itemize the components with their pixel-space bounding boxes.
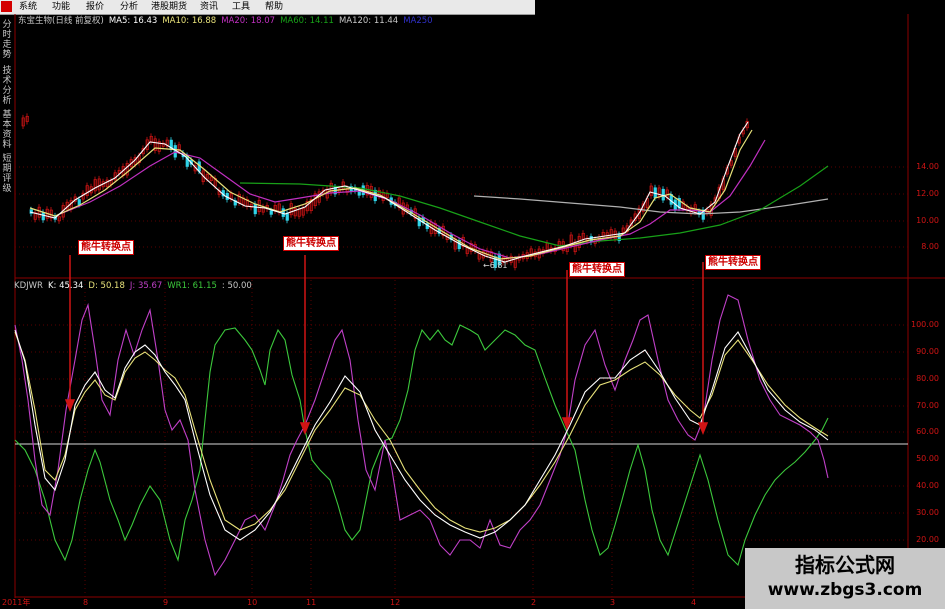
bull-bear-callout: 熊牛转换点: [283, 236, 339, 251]
k-line: [14, 329, 829, 541]
indicator-axis-label: 90.00: [916, 347, 939, 356]
candle-body: [661, 188, 665, 201]
price-axis-label: 14.00: [916, 162, 939, 171]
indicator-axis-label: 100.00: [911, 320, 939, 329]
chart-canvas: ←6.81: [14, 14, 945, 598]
ma5-line: [29, 121, 749, 263]
price-axis-label: 12.00: [916, 189, 939, 198]
low-price-marker: ←6.81: [483, 261, 508, 270]
stock-title: 东宝生物(日线 前复权): [18, 16, 104, 26]
bull-bear-callout: 熊牛转换点: [78, 240, 134, 255]
time-axis-label: 2011年: [2, 598, 31, 607]
price-axis-label: 8.00: [921, 242, 939, 251]
candle-body: [253, 203, 257, 215]
indicator-axis-label: 40.00: [916, 481, 939, 490]
j-line: [14, 294, 829, 577]
indicator-axis-label: 50.00: [916, 454, 939, 463]
candle-body: [41, 212, 45, 221]
time-axis-label: 4: [691, 598, 697, 607]
ma5-value: MA5: 16.43: [108, 16, 158, 26]
time-axis-label: 9: [163, 598, 169, 607]
indicator-axis-label: 20.00: [916, 535, 939, 544]
indicator-gridlines: [15, 324, 908, 541]
ma60-value: MA60: 14.11: [280, 16, 334, 26]
indicator-axis-label: 70.00: [916, 401, 939, 410]
time-axis-label: 8: [83, 598, 89, 607]
time-axis-label: 10: [247, 598, 258, 607]
indicator-axis-label: 80.00: [916, 374, 939, 383]
watermark-box: 指标公式网 www.zbgs3.com: [745, 548, 945, 609]
wr1-value: WR1: 61.15: [167, 281, 217, 291]
bull-bear-callout: 熊牛转换点: [705, 255, 761, 270]
watermark-title: 指标公式网: [795, 553, 895, 577]
ma250-value: MA250: [403, 16, 433, 26]
chart-frame: [14, 14, 945, 598]
candle-body: [77, 199, 81, 205]
main-chart-legend: 东宝生物(日线 前复权) MA5: 16.43 MA10: 16.88 MA20: 1…: [18, 15, 438, 27]
bull-bear-callout: 熊牛转换点: [569, 262, 625, 277]
ma20-value: MA20: 18.07: [221, 16, 276, 26]
wr-line: [14, 324, 829, 567]
candle-body: [357, 191, 361, 196]
kdjwr-name: KDJWR: [14, 281, 43, 291]
time-axis-label: 3: [610, 598, 616, 607]
d-value: D: 50.18: [88, 281, 125, 291]
j-value: J: 35.67: [129, 281, 163, 291]
level-value: : 50.00: [221, 281, 252, 291]
time-axis-label: 11: [306, 598, 317, 607]
candle-body: [281, 208, 285, 217]
time-axis-label: 12: [390, 598, 401, 607]
price-axis-label: 10.00: [916, 216, 939, 225]
time-axis-label: 2: [531, 598, 537, 607]
indicator-axis-label: 30.00: [916, 508, 939, 517]
k-value: K: 45.34: [47, 281, 84, 291]
ma120-value: MA120: 11.44: [338, 16, 399, 26]
candle-body: [269, 210, 273, 215]
indicator-axis-label: 60.00: [916, 427, 939, 436]
ma60-line: [239, 165, 829, 247]
kdjwr-legend: KDJWR K: 45.34 D: 50.18 J: 35.67 WR1: 61.15:…: [14, 280, 257, 292]
candle-body: [285, 213, 289, 221]
watermark-url: www.zbgs3.com: [767, 580, 923, 600]
ma10-value: MA10: 16.88: [162, 16, 217, 26]
